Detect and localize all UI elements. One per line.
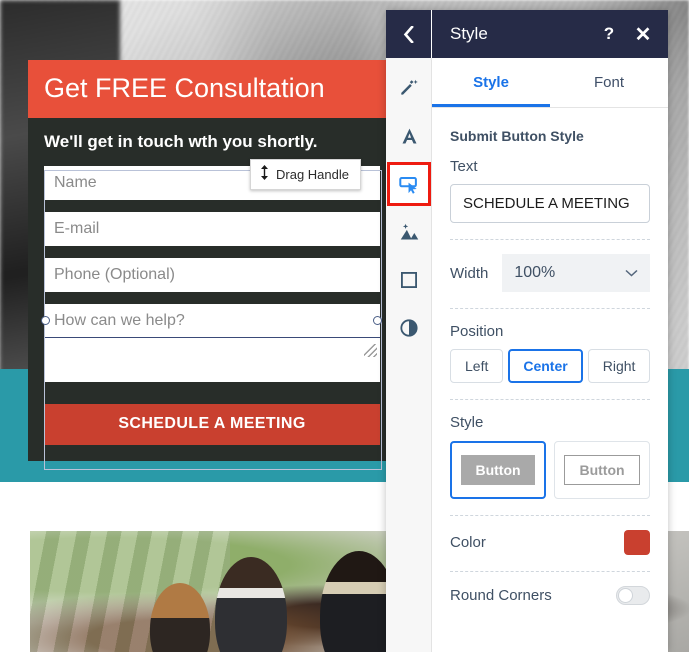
selection-handle-left[interactable]: [41, 316, 50, 325]
round-corners-label: Round Corners: [450, 587, 552, 604]
color-label: Color: [450, 534, 486, 551]
panel-title: Style: [450, 24, 488, 43]
position-segmented-control: Left Center Right: [450, 349, 651, 383]
style-block: Style Button Button: [450, 400, 650, 515]
drag-handle-tooltip[interactable]: Drag Handle: [250, 159, 361, 190]
form-message-textarea[interactable]: [44, 304, 380, 382]
magic-wand-icon: [399, 78, 420, 99]
position-option-center[interactable]: Center: [508, 349, 583, 383]
style-option-group: Button Button: [450, 441, 650, 499]
tool-contrast[interactable]: [386, 304, 432, 352]
chevron-left-icon: [403, 25, 414, 43]
tool-rail: [386, 58, 432, 652]
form-message-wrap: [44, 304, 380, 382]
style-option-solid-label: Button: [461, 455, 535, 485]
text-icon: [399, 126, 420, 147]
text-field-label: Text: [450, 158, 478, 175]
form-subheading: We'll get in touch wth you shortly.: [44, 132, 318, 151]
app-root: Get FREE Consultation We'll get in touch…: [0, 0, 689, 652]
style-label: Style: [450, 414, 484, 431]
position-label: Position: [450, 323, 504, 340]
color-block: Color: [450, 516, 650, 571]
tool-button[interactable]: [387, 162, 431, 206]
button-text-input[interactable]: [450, 184, 650, 223]
panel-sections: Submit Button Style Text Width 100%: [432, 108, 668, 621]
consultation-form-widget[interactable]: Get FREE Consultation We'll get in touch…: [28, 60, 396, 461]
drag-vertical-icon: [260, 165, 269, 183]
width-select[interactable]: 100%: [502, 254, 650, 292]
round-corners-toggle-knob: [618, 588, 633, 603]
section-title: Submit Button Style: [450, 128, 584, 144]
width-block: Width 100%: [450, 240, 650, 308]
color-swatch[interactable]: [624, 530, 650, 555]
style-editor-panel: Style ? ✕ Style Font Submit Button Style…: [386, 10, 668, 652]
form-heading: Get FREE Consultation: [28, 60, 396, 118]
tool-image[interactable]: [386, 208, 432, 256]
selection-handle-right[interactable]: [373, 316, 382, 325]
panel-content: Style Font Submit Button Style Text Widt…: [432, 58, 668, 652]
style-option-solid[interactable]: Button: [450, 441, 546, 499]
help-button[interactable]: ?: [592, 10, 626, 58]
width-row: Width 100%: [450, 254, 650, 292]
drag-handle-tooltip-label: Drag Handle: [276, 166, 349, 182]
text-field-block: Text: [450, 144, 650, 239]
position-option-right[interactable]: Right: [587, 349, 651, 383]
width-selected-value: 100%: [514, 264, 556, 281]
tab-font[interactable]: Font: [550, 58, 668, 107]
image-icon: [399, 222, 420, 243]
tab-style[interactable]: Style: [432, 58, 550, 107]
tool-shape[interactable]: [386, 256, 432, 304]
back-button[interactable]: [386, 10, 432, 58]
round-corners-block: Round Corners: [450, 572, 650, 621]
contrast-icon: [399, 318, 419, 338]
style-option-outline[interactable]: Button: [554, 441, 650, 499]
tool-magic-wand[interactable]: [386, 64, 432, 112]
style-option-outline-label: Button: [564, 455, 640, 485]
close-button[interactable]: ✕: [626, 10, 668, 58]
width-label: Width: [450, 264, 489, 282]
form-submit-button[interactable]: SCHEDULE A MEETING: [44, 404, 380, 445]
panel-main: Style Font Submit Button Style Text Widt…: [386, 58, 668, 652]
round-corners-toggle[interactable]: [616, 586, 650, 605]
button-icon: [398, 173, 420, 195]
position-block: Position Left Center Right: [450, 309, 651, 399]
form-email-input[interactable]: [44, 212, 380, 246]
position-option-left[interactable]: Left: [450, 349, 504, 383]
panel-tabs: Style Font: [432, 58, 668, 108]
chevron-down-icon: [625, 264, 638, 282]
tool-text[interactable]: [386, 112, 432, 160]
shape-icon: [399, 270, 419, 290]
form-phone-input[interactable]: [44, 258, 380, 292]
panel-header: Style ? ✕: [386, 10, 668, 58]
